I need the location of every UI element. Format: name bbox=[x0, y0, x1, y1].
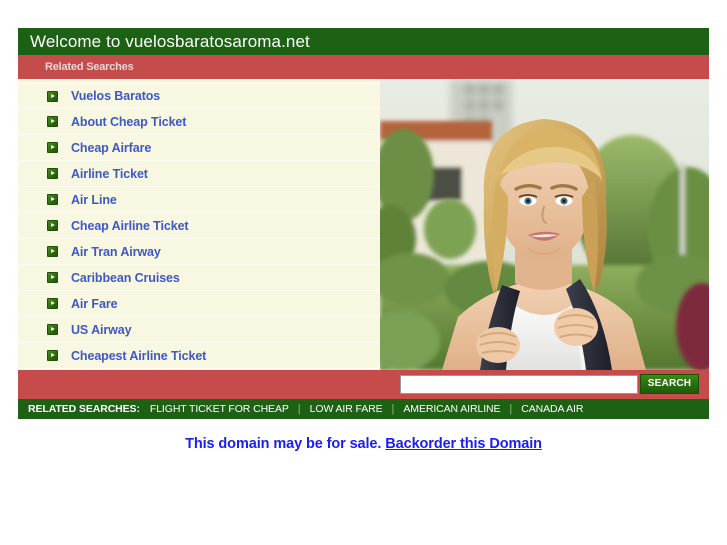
arrow-right-icon bbox=[47, 116, 58, 127]
search-bar: SEARCH bbox=[18, 370, 709, 399]
list-item[interactable]: Air Fare bbox=[18, 291, 380, 317]
list-item-label: Vuelos Baratos bbox=[71, 89, 161, 103]
list-item-label: Air Fare bbox=[71, 296, 118, 311]
footer-separator: | bbox=[297, 403, 301, 415]
search-input[interactable] bbox=[400, 375, 638, 394]
list-item-label: Caribbean Cruises bbox=[71, 270, 180, 285]
for-sale-text: This domain may be for sale. bbox=[185, 436, 382, 452]
arrow-right-icon bbox=[47, 246, 58, 257]
backorder-domain-link[interactable]: Backorder this Domain bbox=[385, 436, 542, 452]
list-item[interactable]: Cheapest Airline Ticket bbox=[18, 343, 380, 369]
footer-search-link[interactable]: AMERICAN AIRLINE bbox=[403, 399, 500, 419]
list-item[interactable]: Air Tran Airway bbox=[18, 239, 380, 265]
related-links-list: Vuelos Baratos About Cheap Ticket Cheap … bbox=[18, 79, 380, 370]
list-item[interactable]: Vuelos Baratos bbox=[18, 83, 380, 109]
list-item-label: Cheapest Airline Ticket bbox=[71, 348, 207, 363]
list-item[interactable]: Airline Ticket bbox=[18, 161, 380, 187]
footer-related-searches-label: RELATED SEARCHES: bbox=[28, 403, 140, 415]
for-sale-notice: This domain may be for sale. Backorder t… bbox=[18, 436, 709, 452]
arrow-right-icon bbox=[47, 168, 58, 179]
footer-separator: | bbox=[509, 403, 513, 415]
list-item-label: Cheap Airfare bbox=[71, 140, 152, 155]
arrow-right-icon bbox=[47, 324, 58, 335]
list-item[interactable]: Cheap Airline Ticket bbox=[18, 213, 380, 239]
list-item[interactable]: Cheap Airfare bbox=[18, 135, 380, 161]
arrow-right-icon bbox=[47, 350, 58, 361]
list-item[interactable]: About Cheap Ticket bbox=[18, 109, 380, 135]
search-button[interactable]: SEARCH bbox=[640, 374, 699, 394]
list-item-label: Air Tran Airway bbox=[71, 244, 161, 259]
footer-search-link[interactable]: CANADA AIR bbox=[521, 399, 583, 419]
arrow-right-icon bbox=[47, 298, 58, 309]
footer-separator: | bbox=[391, 403, 395, 415]
list-item-label: Air Line bbox=[71, 192, 117, 207]
footer-search-link[interactable]: LOW AIR FARE bbox=[310, 399, 383, 419]
list-item-label: Airline Ticket bbox=[71, 166, 148, 181]
list-item-label: About Cheap Ticket bbox=[71, 114, 187, 129]
arrow-right-icon bbox=[47, 220, 58, 231]
page-title: Welcome to vuelosbaratosaroma.net bbox=[18, 28, 709, 55]
list-item-label: US Airway bbox=[71, 322, 132, 337]
hero-photo bbox=[380, 79, 709, 370]
content-area: Vuelos Baratos About Cheap Ticket Cheap … bbox=[18, 79, 709, 370]
arrow-right-icon bbox=[47, 272, 58, 283]
related-searches-header: Related Searches bbox=[18, 55, 709, 79]
list-item[interactable]: Caribbean Cruises bbox=[18, 265, 380, 291]
arrow-right-icon bbox=[47, 90, 58, 102]
footer-related-searches: RELATED SEARCHES: FLIGHT TICKET FOR CHEA… bbox=[18, 399, 709, 419]
arrow-right-icon bbox=[47, 142, 58, 153]
footer-search-link[interactable]: FLIGHT TICKET FOR CHEAP bbox=[150, 399, 289, 419]
arrow-right-icon bbox=[47, 194, 58, 205]
list-item-label: Cheap Airline Ticket bbox=[71, 218, 189, 233]
list-item[interactable]: US Airway bbox=[18, 317, 380, 343]
list-item[interactable]: Air Line bbox=[18, 187, 380, 213]
parking-page: Welcome to vuelosbaratosaroma.net Relate… bbox=[18, 28, 709, 452]
